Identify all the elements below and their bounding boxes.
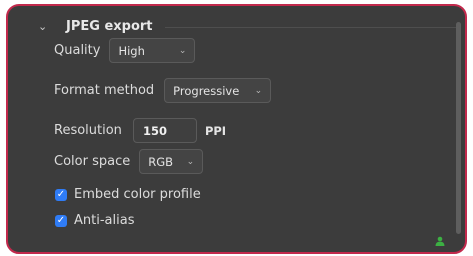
- chevron-down-icon: ⌄: [254, 85, 263, 96]
- colorspace-value: RGB: [148, 154, 174, 169]
- antialias-label: Anti-alias: [74, 213, 135, 228]
- section-divider: [164, 26, 458, 28]
- section-title: JPEG export: [66, 18, 153, 34]
- user-icon: [435, 236, 445, 246]
- resolution-unit: PPI: [204, 123, 227, 138]
- resolution-label: Resolution: [54, 123, 122, 138]
- format-select[interactable]: Progressive ⌄: [164, 78, 272, 103]
- colorspace-select[interactable]: RGB ⌄: [139, 149, 204, 174]
- quality-value: High: [118, 43, 145, 58]
- antialias-checkbox[interactable]: ✓: [55, 214, 67, 227]
- embed-checkbox[interactable]: ✓: [55, 188, 67, 201]
- colorspace-row: Color space RGB ⌄: [54, 149, 204, 174]
- scrollbar[interactable]: [456, 22, 461, 234]
- chevron-down-icon: ⌄: [178, 45, 187, 56]
- jpeg-export-panel: ⌄ JPEG export Quality High ⌄ Format meth…: [6, 4, 467, 254]
- colorspace-label: Color space: [54, 154, 131, 169]
- section-header[interactable]: ⌄ JPEG export: [38, 16, 458, 36]
- embed-label: Embed color profile: [74, 187, 201, 202]
- format-label: Format method: [54, 83, 155, 98]
- quality-select[interactable]: High ⌄: [109, 38, 196, 63]
- format-row: Format method Progressive ⌄: [54, 78, 272, 103]
- resolution-input[interactable]: 150: [132, 118, 197, 143]
- quality-label: Quality: [54, 43, 101, 58]
- embed-row[interactable]: ✓ Embed color profile: [55, 187, 201, 202]
- format-value: Progressive: [173, 83, 240, 98]
- resolution-row: Resolution 150 PPI: [54, 118, 226, 143]
- antialias-row[interactable]: ✓ Anti-alias: [55, 213, 134, 228]
- chevron-down-icon[interactable]: ⌄: [38, 20, 52, 33]
- chevron-down-icon: ⌄: [186, 156, 195, 167]
- quality-row: Quality High ⌄: [54, 38, 196, 63]
